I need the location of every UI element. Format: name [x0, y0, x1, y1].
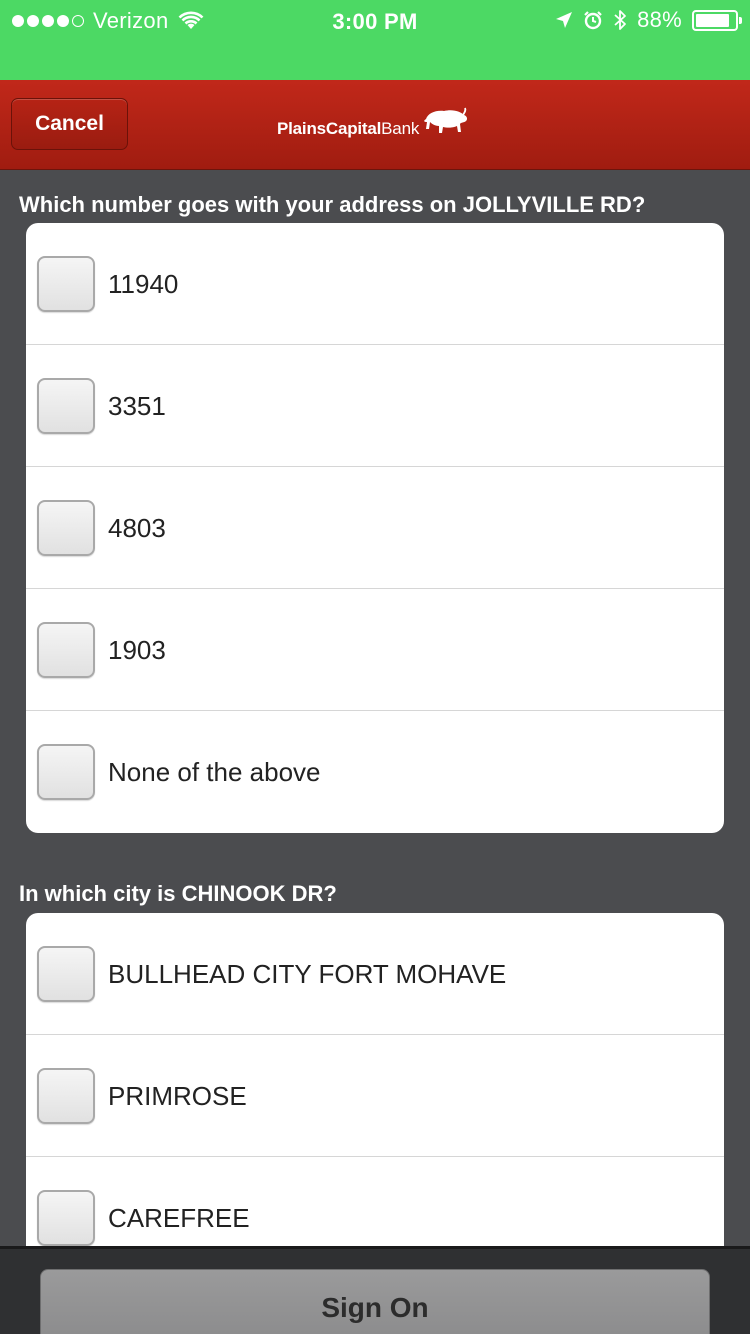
brand-name-regular: Bank: [381, 119, 420, 138]
brand-logo: PlainsCapitalBank: [277, 104, 470, 144]
answer-checkbox[interactable]: [37, 378, 95, 434]
brand-name: PlainsCapitalBank: [277, 119, 419, 139]
answer-checkbox[interactable]: [37, 622, 95, 678]
answer-label: 11940: [108, 268, 179, 299]
status-right: 88%: [555, 7, 742, 33]
sign-on-button[interactable]: Sign On: [40, 1269, 710, 1334]
app-header: Cancel PlainsCapitalBank: [0, 80, 750, 170]
answer-option[interactable]: None of the above: [26, 711, 724, 833]
cancel-button[interactable]: Cancel: [11, 98, 128, 150]
buffalo-icon: [424, 107, 468, 133]
answer-checkbox[interactable]: [37, 1190, 95, 1246]
alarm-icon: [584, 11, 602, 30]
answer-option[interactable]: 1903: [26, 589, 724, 711]
answer-option[interactable]: 11940: [26, 223, 724, 345]
answer-checkbox[interactable]: [37, 500, 95, 556]
answer-checkbox[interactable]: [37, 256, 95, 312]
answer-checkbox[interactable]: [37, 744, 95, 800]
answer-list: BULLHEAD CITY FORT MOHAVE PRIMROSE CAREF…: [26, 913, 724, 1279]
battery-percentage: 88%: [637, 7, 682, 32]
status-bar: Verizon 3:00 PM 88%: [0, 0, 750, 80]
location-arrow-icon: [556, 12, 573, 28]
answer-option[interactable]: 3351: [26, 345, 724, 467]
answer-option[interactable]: 4803: [26, 467, 724, 589]
question-label: Which number goes with your address on J…: [19, 192, 646, 217]
bottom-bar: Sign On: [0, 1246, 750, 1334]
question-label: In which city is CHINOOK DR?: [19, 881, 337, 906]
answer-label: 1903: [108, 634, 166, 665]
answer-label: PRIMROSE: [108, 1080, 247, 1111]
answer-option[interactable]: PRIMROSE: [26, 1035, 724, 1157]
battery-fill: [696, 13, 730, 27]
answer-list: 11940 3351 4803 1903 None of the above: [26, 223, 724, 833]
answer-label: BULLHEAD CITY FORT MOHAVE: [108, 958, 507, 989]
bluetooth-icon: [614, 10, 626, 30]
brand-name-bold: PlainsCapital: [277, 119, 382, 138]
answer-label: 4803: [108, 512, 166, 543]
battery-icon: [692, 9, 742, 31]
answer-checkbox[interactable]: [37, 946, 95, 1002]
answer-option[interactable]: BULLHEAD CITY FORT MOHAVE: [26, 913, 724, 1035]
answer-label: 3351: [108, 390, 166, 421]
answer-label: None of the above: [108, 756, 321, 787]
answer-checkbox[interactable]: [37, 1068, 95, 1124]
